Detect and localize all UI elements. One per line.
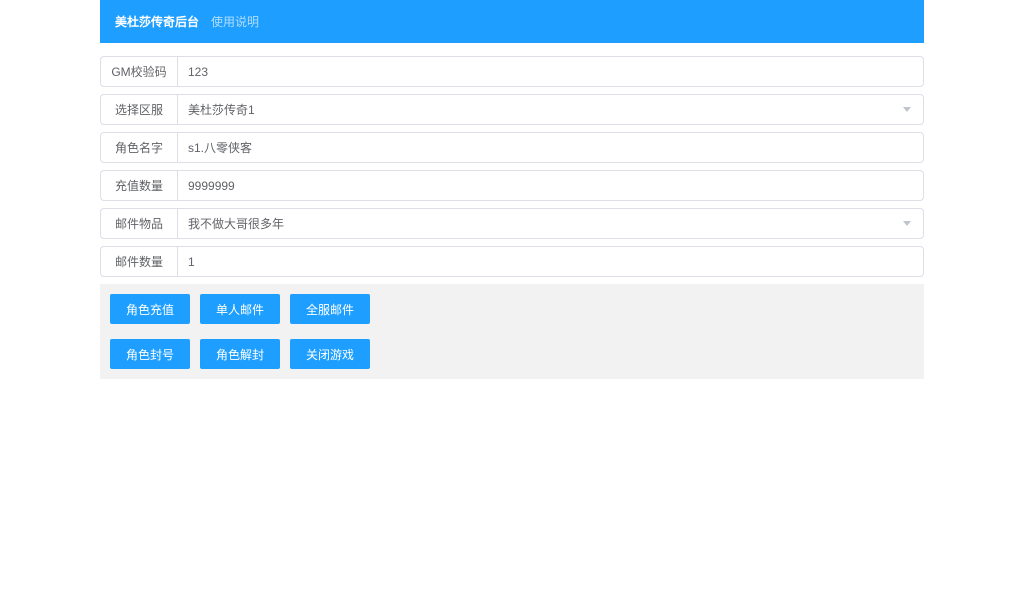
server-label: 选择区服 (100, 94, 177, 125)
mail-item-label: 邮件物品 (100, 208, 177, 239)
chevron-down-icon (903, 221, 911, 226)
button-row-2: 角色封号 角色解封 关闭游戏 (110, 339, 914, 369)
recharge-amount-row: 充值数量 (100, 170, 924, 201)
navbar: 美杜莎传奇后台 使用说明 (100, 0, 924, 43)
help-link[interactable]: 使用说明 (211, 13, 259, 30)
mail-item-row: 邮件物品 我不做大哥很多年 (100, 208, 924, 239)
recharge-amount-input[interactable] (177, 170, 924, 201)
recharge-button[interactable]: 角色充值 (110, 294, 190, 324)
ban-button[interactable]: 角色封号 (110, 339, 190, 369)
mail-quantity-row: 邮件数量 (100, 246, 924, 277)
character-input[interactable] (177, 132, 924, 163)
character-label: 角色名字 (100, 132, 177, 163)
unban-button[interactable]: 角色解封 (200, 339, 280, 369)
form-area: GM校验码 选择区服 美杜莎传奇1 角色名字 充值数量 邮件物品 我不做大哥很多… (100, 43, 924, 379)
mail-item-select-value: 我不做大哥很多年 (188, 215, 284, 232)
character-row: 角色名字 (100, 132, 924, 163)
server-select[interactable]: 美杜莎传奇1 (177, 94, 924, 125)
single-mail-button[interactable]: 单人邮件 (200, 294, 280, 324)
button-row-1: 角色充值 单人邮件 全服邮件 (110, 294, 914, 324)
close-game-button[interactable]: 关闭游戏 (290, 339, 370, 369)
mail-item-select[interactable]: 我不做大哥很多年 (177, 208, 924, 239)
chevron-down-icon (903, 107, 911, 112)
mail-quantity-input[interactable] (177, 246, 924, 277)
gm-code-row: GM校验码 (100, 56, 924, 87)
all-mail-button[interactable]: 全服邮件 (290, 294, 370, 324)
server-select-value: 美杜莎传奇1 (188, 101, 255, 118)
navbar-brand: 美杜莎传奇后台 (115, 13, 199, 30)
gm-code-label: GM校验码 (100, 56, 177, 87)
button-area: 角色充值 单人邮件 全服邮件 角色封号 角色解封 关闭游戏 (100, 284, 924, 379)
recharge-amount-label: 充值数量 (100, 170, 177, 201)
gm-code-input[interactable] (177, 56, 924, 87)
mail-quantity-label: 邮件数量 (100, 246, 177, 277)
server-row: 选择区服 美杜莎传奇1 (100, 94, 924, 125)
